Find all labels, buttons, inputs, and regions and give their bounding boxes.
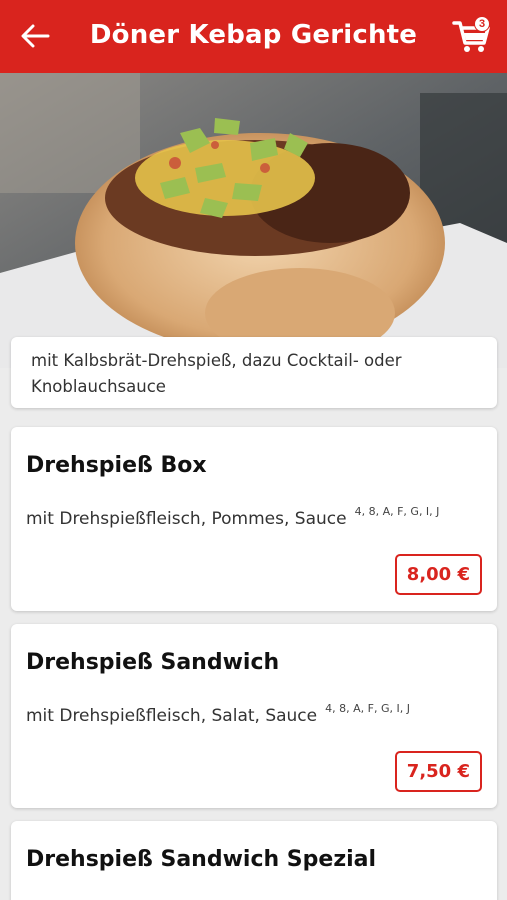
item-name: Drehspieß Box: [26, 453, 207, 478]
hero-image: [0, 73, 507, 368]
price-button[interactable]: 8,00 €: [394, 554, 482, 595]
item-name: Drehspieß Sandwich: [26, 650, 280, 675]
cart-button[interactable]: 3: [452, 14, 492, 56]
page-title: Döner Kebap Gerichte: [89, 20, 418, 50]
allergen-codes: 4, 8, A, F, G, I, J: [354, 505, 440, 518]
arrow-left-icon: [21, 24, 50, 48]
back-button[interactable]: [16, 17, 54, 55]
menu-item-drehspiess-sandwich-spezial[interactable]: Drehspieß Sandwich Spezial: [11, 821, 497, 900]
item-name: Drehspieß Sandwich Spezial: [26, 847, 377, 872]
price-button[interactable]: 7,50 €: [394, 751, 482, 792]
menu-item-drehspiess-box[interactable]: Drehspieß Box mit Drehspießfleisch, Pomm…: [11, 427, 497, 611]
item-description: mit Drehspießfleisch, Salat, Sauce 4, 8, …: [26, 702, 410, 726]
item-description: mit Drehspießfleisch, Pommes, Sauce 4, 8,…: [26, 505, 440, 529]
cart-count-badge: 3: [474, 16, 490, 32]
menu-item-drehspiess-sandwich[interactable]: Drehspieß Sandwich mit Drehspießfleisch,…: [11, 624, 497, 808]
allergen-codes: 4, 8, A, F, G, I, J: [325, 702, 410, 715]
app-header: Döner Kebap Gerichte 3: [0, 0, 507, 73]
category-description-card: mit Kalbsbrät-Drehspieß, dazu Cocktail- …: [11, 337, 497, 408]
category-description: mit Kalbsbrät-Drehspieß, dazu Cocktail- …: [31, 351, 402, 396]
